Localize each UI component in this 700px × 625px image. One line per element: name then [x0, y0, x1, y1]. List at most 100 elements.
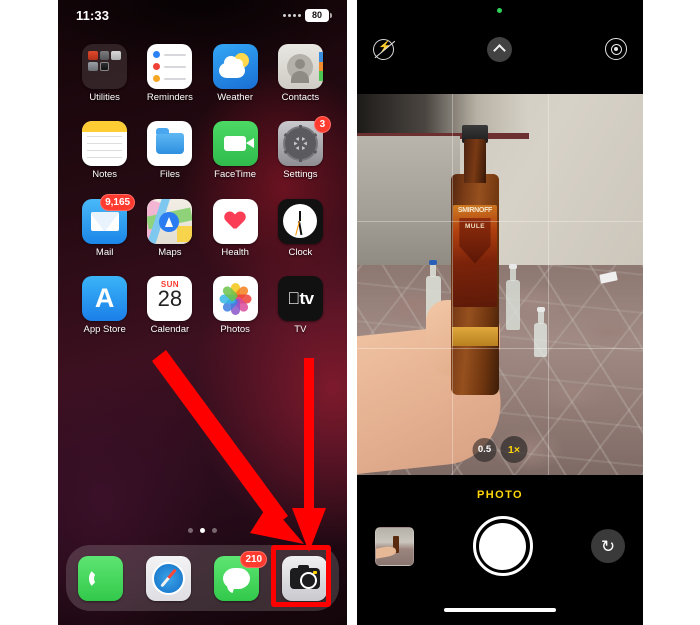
app-icon-maps[interactable]: Maps	[137, 198, 202, 258]
app-icon-facetime[interactable]: FaceTime	[203, 121, 268, 180]
arrow-vertical-shaft	[304, 358, 314, 520]
chevron-up-icon[interactable]	[487, 36, 512, 62]
app-icon-utilities[interactable]: Utilities	[72, 44, 137, 103]
app-icon-weather[interactable]: Weather	[203, 44, 268, 103]
app-icon-reminders[interactable]: Reminders	[137, 44, 202, 103]
contact-tabs	[318, 52, 323, 82]
dock-item-messages[interactable]: 210	[214, 550, 268, 601]
dock-item-safari[interactable]	[145, 555, 191, 601]
compass-shape	[151, 561, 185, 595]
green-recording-dot	[497, 8, 502, 13]
flash-off-icon[interactable]	[373, 38, 394, 60]
app-store-glyph: A	[94, 283, 115, 314]
app-icon-calendar[interactable]: SUN 28 Calendar	[137, 276, 202, 335]
person-shape	[287, 53, 314, 83]
icon-wrap	[212, 121, 258, 167]
envelope-shape	[90, 211, 119, 231]
camera-controls-row: ↻	[357, 515, 643, 577]
cloud-shape	[218, 56, 245, 78]
app-icon-settings[interactable]: 3 Settings	[268, 116, 333, 181]
status-bar-time: 11:33	[76, 7, 110, 23]
app-label: Files	[159, 169, 180, 181]
bottle-brand-text: SMIRNOFF	[457, 206, 493, 214]
icon-wrap: 3	[277, 116, 331, 167]
phone-icon	[77, 555, 123, 601]
icon-wrap	[147, 121, 193, 167]
app-icon-clock[interactable]: Clock	[268, 198, 333, 258]
icon-wrap	[277, 44, 323, 89]
dock-item-camera[interactable]	[282, 555, 328, 601]
badge-settings: 3	[313, 116, 331, 134]
scene-bottle	[505, 264, 520, 331]
signal-dots-icon	[283, 13, 301, 17]
app-label: Reminders	[146, 92, 193, 103]
last-photo-thumbnail[interactable]	[375, 526, 414, 566]
home-indicator[interactable]	[444, 608, 556, 612]
app-label: Clock	[288, 246, 313, 258]
scene-main-bottle: SMIRNOFF MULE	[451, 125, 499, 395]
folder-shape	[155, 128, 184, 155]
app-label: Utilities	[89, 92, 120, 103]
zoom-option-1x-selected[interactable]: 1×	[500, 436, 528, 463]
folder-mini-grid	[82, 44, 127, 89]
clock-face	[283, 204, 318, 239]
page-dot-active[interactable]	[200, 528, 205, 533]
app-icon-tv[interactable]: tv TV	[268, 276, 333, 335]
maps-icon	[147, 198, 193, 244]
zoom-controls: 0.5 1×	[472, 436, 528, 463]
camera-viewfinder[interactable]: SMIRNOFF MULE 0.5 1×	[357, 94, 643, 475]
reminders-lines	[153, 51, 187, 82]
app-icon-app-store[interactable]: A App Store	[72, 276, 137, 335]
app-label: App Store	[83, 324, 126, 336]
folder-icon	[82, 44, 128, 89]
iphone-camera-app: SMIRNOFF MULE 0.5 1× PHOTO	[357, 0, 643, 625]
app-icon-photos[interactable]: Photos	[203, 276, 268, 335]
calendar-day: 28	[157, 286, 183, 312]
files-icon	[147, 121, 193, 167]
camera-bottom-bar: PHOTO ↻	[357, 475, 643, 625]
scene-bottle	[534, 306, 548, 357]
dock-item-phone[interactable]	[77, 555, 123, 601]
zoom-option-0-5x[interactable]: 0.5	[472, 437, 497, 462]
icon-wrap	[82, 44, 128, 89]
notes-lines	[87, 136, 123, 164]
page-dot[interactable]	[188, 528, 193, 533]
clock-icon	[277, 198, 323, 244]
camera-icon	[282, 555, 328, 601]
contacts-icon	[277, 44, 323, 89]
app-icon-mail[interactable]: 9,165 Mail	[72, 193, 137, 258]
speech-bubble-shape	[223, 567, 251, 589]
icon-wrap: 210	[214, 550, 268, 601]
app-icon-files[interactable]: Files	[137, 121, 202, 180]
app-grid: Utilities Reminders Weather Contacts Not…	[58, 44, 347, 336]
camera-top-controls	[357, 34, 643, 64]
app-label: Settings	[283, 169, 318, 181]
app-label: Weather	[217, 92, 253, 103]
icon-wrap	[277, 198, 323, 244]
app-label: FaceTime	[214, 169, 257, 181]
bottle-gold-band	[452, 326, 498, 347]
notes-header-strip	[82, 121, 128, 133]
bottle-variant-text: MULE	[464, 223, 485, 231]
live-photo-icon[interactable]	[605, 38, 627, 60]
app-store-icon: A	[82, 276, 128, 322]
camera-body-shape	[289, 564, 320, 589]
video-camera-shape	[224, 136, 255, 152]
app-label: Calendar	[150, 324, 190, 336]
icon-wrap: 9,165	[82, 193, 136, 244]
page-dot[interactable]	[212, 528, 217, 533]
icon-wrap	[212, 44, 258, 89]
app-icon-contacts[interactable]: Contacts	[268, 44, 333, 103]
flip-camera-icon[interactable]: ↻	[591, 529, 625, 563]
icon-wrap	[212, 276, 258, 322]
shutter-button[interactable]	[472, 516, 533, 576]
safari-icon	[145, 555, 191, 601]
app-label: Notes	[92, 169, 118, 181]
app-icon-health[interactable]: Health	[203, 198, 268, 258]
page-dots[interactable]	[58, 528, 347, 533]
icon-wrap	[147, 198, 193, 244]
scene-concrete-curb	[357, 135, 460, 270]
app-icon-notes[interactable]: Notes	[72, 121, 137, 180]
handset-shape	[89, 567, 112, 590]
badge-mail: 9,165	[100, 193, 136, 211]
